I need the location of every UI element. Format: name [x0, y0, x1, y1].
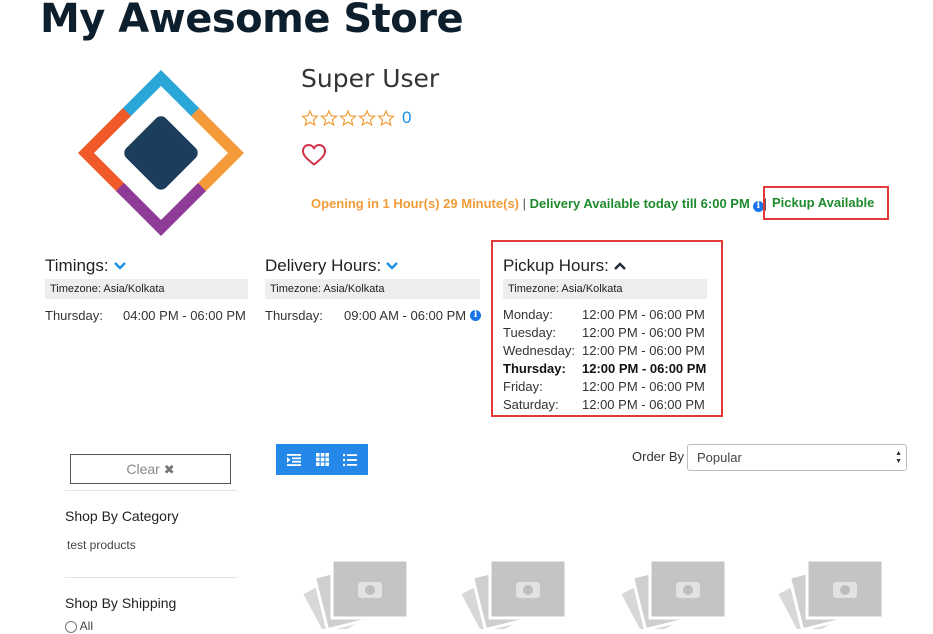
hours-range: 12:00 PM - 06:00 PM — [582, 325, 705, 340]
indent-view-button[interactable] — [283, 449, 305, 471]
hours-row: Friday: 12:00 PM - 06:00 PM — [503, 378, 707, 396]
grid-view-button[interactable] — [311, 449, 333, 471]
timezone-label: Timezone: Asia/Kolkata — [265, 279, 480, 299]
hours-range: 09:00 AM - 06:00 PM — [344, 308, 467, 323]
store-status-line: Opening in 1 Hour(s) 29 Minute(s) | Deli… — [311, 196, 767, 212]
hours-day: Thursday: — [503, 361, 566, 376]
close-icon: ✖ — [163, 462, 175, 477]
shipping-option[interactable]: All — [65, 619, 93, 633]
timings-section: Timings: Timezone: Asia/Kolkata Thursday… — [45, 255, 248, 325]
timezone-label: Timezone: Asia/Kolkata — [45, 279, 248, 299]
hours-day: Thursday: — [265, 308, 323, 323]
list-view-button[interactable] — [339, 449, 361, 471]
timings-toggle[interactable]: Timings: — [45, 255, 248, 277]
delivery-hours-section: Delivery Hours: Timezone: Asia/Kolkata T… — [265, 255, 485, 325]
delivery-hours-title: Delivery Hours: — [265, 256, 382, 275]
store-logo — [78, 70, 244, 241]
shipping-option-label: All — [79, 619, 94, 633]
category-item[interactable]: test products — [67, 538, 136, 552]
order-by-select[interactable]: Popular ▲ ▼ — [687, 444, 907, 471]
shipping-heading: Shop By Shipping — [65, 595, 177, 611]
photo-placeholder-icon — [299, 558, 410, 634]
timezone-label: Timezone: Asia/Kolkata — [503, 279, 707, 299]
hours-range: 04:00 PM - 06:00 PM — [123, 308, 246, 323]
star-icon — [339, 109, 357, 127]
photo-placeholder-icon — [774, 558, 885, 634]
pickup-hours-title: Pickup Hours: — [503, 256, 609, 275]
grid-icon — [315, 453, 329, 466]
hours-day: Monday: — [503, 307, 553, 322]
sidebar-divider — [65, 577, 237, 578]
hours-range: 12:00 PM - 06:00 PM — [582, 397, 705, 412]
hours-day: Friday: — [503, 379, 543, 394]
view-mode-toolbar — [276, 444, 368, 475]
pickup-hours-toggle[interactable]: Pickup Hours: — [503, 255, 707, 277]
hours-day: Tuesday: — [503, 325, 556, 340]
store-title: My Awesome Store — [40, 0, 464, 42]
hours-row-today: Thursday: 12:00 PM - 06:00 PM — [503, 360, 707, 378]
pickup-status: Pickup Available — [763, 186, 889, 220]
star-icon — [320, 109, 338, 127]
product-image-placeholder[interactable] — [774, 548, 900, 634]
hours-range: 12:00 PM - 06:00 PM — [582, 307, 705, 322]
radio-icon[interactable] — [65, 620, 77, 633]
delivery-hours-toggle[interactable]: Delivery Hours: — [265, 255, 485, 277]
product-image-placeholder[interactable] — [457, 548, 583, 634]
indent-list-icon — [287, 453, 301, 466]
hours-row: Tuesday: 12:00 PM - 06:00 PM — [503, 324, 707, 342]
chevron-down-icon — [386, 262, 399, 270]
hours-range: 12:00 PM - 06:00 PM — [582, 379, 705, 394]
hours-day: Saturday: — [503, 397, 559, 412]
chevron-up-icon — [613, 262, 626, 270]
timings-title: Timings: — [45, 256, 109, 275]
chevron-down-icon — [113, 262, 126, 270]
list-icon — [343, 453, 357, 466]
hours-row: Thursday: 09:00 AM - 06:00 PM i — [265, 307, 485, 325]
rating-stars[interactable]: 0 — [301, 108, 411, 128]
hours-row: Wednesday: 12:00 PM - 06:00 PM — [503, 342, 707, 360]
opening-status: Opening in 1 Hour(s) 29 Minute(s) — [311, 196, 520, 211]
hours-day: Wednesday: — [503, 343, 576, 358]
star-icon — [358, 109, 376, 127]
select-arrows-icon: ▲ ▼ — [895, 450, 902, 465]
product-image-placeholder[interactable] — [299, 548, 425, 634]
product-image-placeholder[interactable] — [617, 548, 743, 634]
clear-label: Clear — [126, 461, 160, 477]
category-heading: Shop By Category — [65, 508, 179, 524]
info-icon[interactable]: i — [470, 310, 482, 321]
hours-range: 12:00 PM - 06:00 PM — [582, 361, 707, 376]
order-by-value: Popular — [697, 450, 742, 465]
heart-icon — [301, 143, 327, 166]
order-by-label: Order By — [632, 449, 685, 464]
pickup-hours-list: Monday: 12:00 PM - 06:00 PM Tuesday: 12:… — [503, 306, 707, 414]
pickup-hours-section: Pickup Hours: Timezone: Asia/Kolkata Mon… — [503, 255, 707, 414]
star-icon — [377, 109, 395, 127]
star-icon — [301, 109, 319, 127]
status-separator: | — [522, 196, 527, 211]
store-name: Super User — [301, 64, 440, 93]
rating-count[interactable]: 0 — [402, 108, 411, 128]
hours-day: Thursday: — [45, 308, 103, 323]
favorite-button[interactable] — [301, 143, 327, 172]
hours-range: 12:00 PM - 06:00 PM — [582, 343, 705, 358]
hours-row: Thursday: 04:00 PM - 06:00 PM — [45, 307, 248, 325]
sidebar-divider — [65, 490, 237, 491]
photo-placeholder-icon — [617, 558, 728, 634]
hours-row: Monday: 12:00 PM - 06:00 PM — [503, 306, 707, 324]
delivery-status: Delivery Available today till 6:00 PM — [529, 196, 750, 211]
photo-placeholder-icon — [457, 558, 568, 634]
hours-row: Saturday: 12:00 PM - 06:00 PM — [503, 396, 707, 414]
clear-filters-button[interactable]: Clear ✖ — [70, 454, 231, 484]
